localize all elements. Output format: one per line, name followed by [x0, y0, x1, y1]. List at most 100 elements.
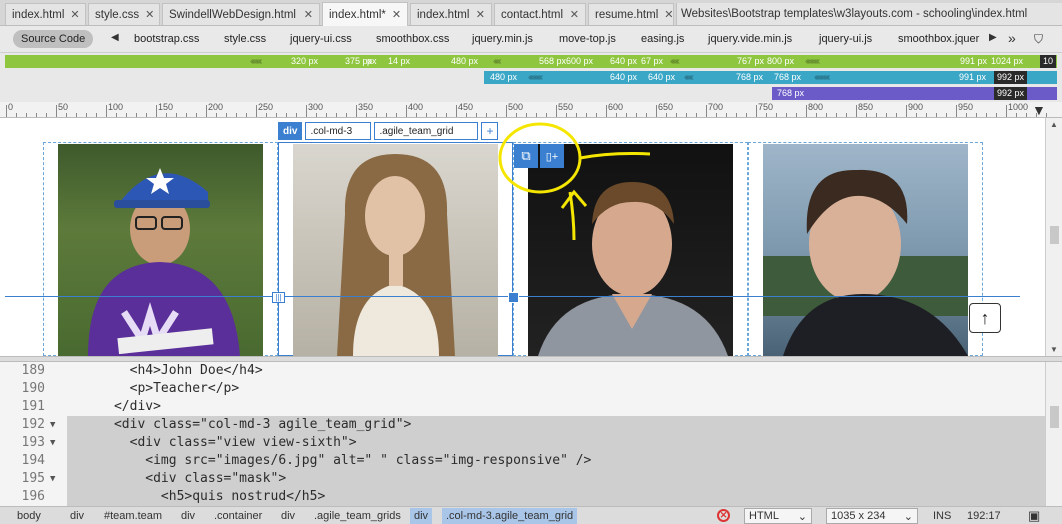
close-icon[interactable]: ✕ [570, 8, 579, 21]
mq-label[interactable]: 992 px [994, 87, 1028, 100]
tag-selector[interactable]: div [181, 510, 195, 522]
mq-label[interactable]: px [367, 55, 377, 68]
code-text[interactable]: <h4>John Doe</h4> [67, 362, 1045, 380]
tab-swindell-web-design[interactable]: SwindellWebDesign.html ✕ [162, 3, 320, 25]
more-icon[interactable]: » [1008, 30, 1016, 46]
media-query-bar-2[interactable]: 480 px ‹‹‹‹‹‹‹‹‹‹ 640 px 640 px ‹‹‹‹‹‹ 7… [484, 71, 1057, 84]
document-type-select[interactable]: HTML ⌄ [744, 508, 812, 524]
scroll-up-icon[interactable]: ▲ [1050, 120, 1058, 129]
tab-resume-html[interactable]: resume.html ✕ [588, 3, 674, 25]
mq-label[interactable]: 768 px [777, 87, 804, 100]
tab-index-html-1[interactable]: index.html ✕ [5, 3, 86, 25]
fold-toggle-icon[interactable]: ▼ [50, 434, 55, 452]
mq-label[interactable]: 640 px [610, 55, 637, 68]
mq-label[interactable]: 480 px [490, 71, 517, 84]
mq-label[interactable]: 768 px [736, 71, 763, 84]
code-text[interactable]: <h5>quis nostrud</h5> [67, 488, 1045, 506]
media-query-bar-1[interactable]: ‹‹‹‹‹‹‹‹ 320 px 375 px px 14 px 480 px ‹… [5, 55, 1057, 68]
related-file[interactable]: style.css [224, 33, 266, 45]
close-icon[interactable]: ✕ [145, 8, 154, 21]
tag-selector[interactable]: #team.team [104, 510, 162, 522]
mq-label[interactable]: 640 px [648, 71, 675, 84]
code-text[interactable]: <div class="col-md-3 agile_team_grid"> [67, 416, 1045, 434]
tag-selector[interactable]: .container [214, 510, 262, 522]
insert-mode[interactable]: INS [933, 510, 951, 522]
prev-arrow-icon[interactable]: ◀ [111, 32, 119, 43]
tag-selector[interactable]: .agile_team_grids [314, 510, 401, 522]
mq-label[interactable]: 768 px [774, 71, 801, 84]
class-field[interactable]: .agile_team_grid [374, 122, 479, 140]
source-code-button[interactable]: Source Code [13, 30, 94, 48]
related-file[interactable]: jquery-ui.css [290, 33, 352, 45]
mq-label[interactable]: 10 [1040, 55, 1057, 68]
mq-label[interactable]: 800 px [767, 55, 794, 68]
resize-handle[interactable] [508, 292, 519, 303]
related-file[interactable]: smoothbox.jquer [898, 33, 984, 45]
mq-label[interactable]: 480 px [451, 55, 478, 68]
element-tag[interactable]: div [278, 122, 303, 140]
code-text[interactable]: <p>Teacher</p> [67, 380, 1045, 398]
code-view[interactable]: 189 <h4>John Doe</h4> 190 <p>Teacher</p> 1… [0, 362, 1045, 506]
related-file[interactable]: smoothbox.css [376, 33, 449, 45]
related-file[interactable]: bootstrap.css [134, 33, 199, 45]
code-text[interactable]: </div> [67, 398, 1045, 416]
scroll-down-icon[interactable]: ▼ [1050, 345, 1058, 354]
resize-handle[interactable]: ||| [272, 292, 285, 303]
code-line[interactable]: 196 <h5>quis nostrud</h5> [0, 488, 1045, 506]
design-scrollbar[interactable]: ▲ ▼ [1045, 118, 1062, 356]
code-text[interactable]: <div class="mask"> [67, 470, 1045, 488]
tab-contact-html[interactable]: contact.html ✕ [494, 3, 586, 25]
next-arrow-icon[interactable]: ▶ [989, 32, 997, 43]
mq-label[interactable]: 320 px [291, 55, 318, 68]
tag-selector[interactable]: body [17, 510, 41, 522]
scroll-thumb[interactable] [1050, 406, 1059, 428]
window-size-select[interactable]: 1035 x 234 ⌄ [826, 508, 918, 524]
tab-index-html-2[interactable]: index.html ✕ [410, 3, 492, 25]
code-line[interactable]: 194 <img src="images/6.jpg" alt=" " clas… [0, 452, 1045, 470]
related-file[interactable]: jquery-ui.js [819, 33, 872, 45]
mq-label[interactable]: 1024 px [991, 55, 1023, 68]
related-file[interactable]: jquery.vide.min.js [708, 33, 792, 45]
live-view-icon[interactable]: ▣ [1028, 508, 1040, 524]
code-scrollbar[interactable] [1045, 362, 1062, 506]
design-view[interactable]: div .col-md-3 .agile_team_grid + ⧉ ▯+ ||… [0, 118, 1045, 356]
scroll-top-icon[interactable]: ↑ [969, 303, 1001, 333]
tag-selector-active[interactable]: .col-md-3.agile_team_grid [442, 508, 578, 524]
code-line[interactable]: 192 ▼ <div class="col-md-3 agile_team_gri… [0, 416, 1045, 434]
mq-label[interactable]: 568 px [539, 55, 566, 68]
mq-label[interactable]: 67 px [641, 55, 663, 68]
tag-selector[interactable]: div [281, 510, 295, 522]
mq-label[interactable]: 991 px [959, 71, 986, 84]
code-line[interactable]: 190 <p>Teacher</p> [0, 380, 1045, 398]
close-icon[interactable]: ✕ [70, 8, 79, 21]
code-line[interactable]: 193 ▼ <div class="view view-sixth"> [0, 434, 1045, 452]
tab-index-html-active[interactable]: index.html* ✕ [322, 2, 408, 26]
code-line[interactable]: 195 ▼ <div class="mask"> [0, 470, 1045, 488]
class-field[interactable]: .col-md-3 [305, 122, 372, 140]
related-file[interactable]: jquery.min.js [472, 33, 533, 45]
fold-toggle-icon[interactable]: ▼ [50, 470, 55, 488]
error-icon[interactable]: ✕ [717, 509, 730, 522]
mq-label[interactable]: 600 px [566, 55, 593, 68]
code-line[interactable]: 191 </div> [0, 398, 1045, 416]
tab-style-css[interactable]: style.css ✕ [88, 3, 160, 25]
ruler-marker-icon[interactable]: ▼ [1032, 102, 1046, 117]
filter-icon[interactable]: ⛉ [1034, 32, 1043, 47]
code-line[interactable]: 189 <h4>John Doe</h4> [0, 362, 1045, 380]
close-icon[interactable]: ✕ [392, 8, 401, 21]
related-file[interactable]: move-top.js [559, 33, 616, 45]
mq-label[interactable]: 14 px [388, 55, 410, 68]
code-text[interactable]: <div class="view view-sixth"> [67, 434, 1045, 452]
mq-label[interactable]: 640 px [610, 71, 637, 84]
tag-selector[interactable]: div [70, 510, 84, 522]
close-icon[interactable]: ✕ [664, 8, 673, 21]
related-file[interactable]: easing.js [641, 33, 684, 45]
fold-toggle-icon[interactable]: ▼ [50, 416, 55, 434]
scroll-thumb[interactable] [1050, 226, 1059, 244]
mq-label[interactable]: 767 px [737, 55, 764, 68]
close-icon[interactable]: ✕ [304, 8, 313, 21]
code-text[interactable]: <img src="images/6.jpg" alt=" " class="i… [67, 452, 1045, 470]
media-query-bar-3[interactable]: 768 px 992 px [772, 87, 1057, 100]
mq-label[interactable]: 991 px [960, 55, 987, 68]
mq-label[interactable]: 992 px [994, 71, 1028, 84]
